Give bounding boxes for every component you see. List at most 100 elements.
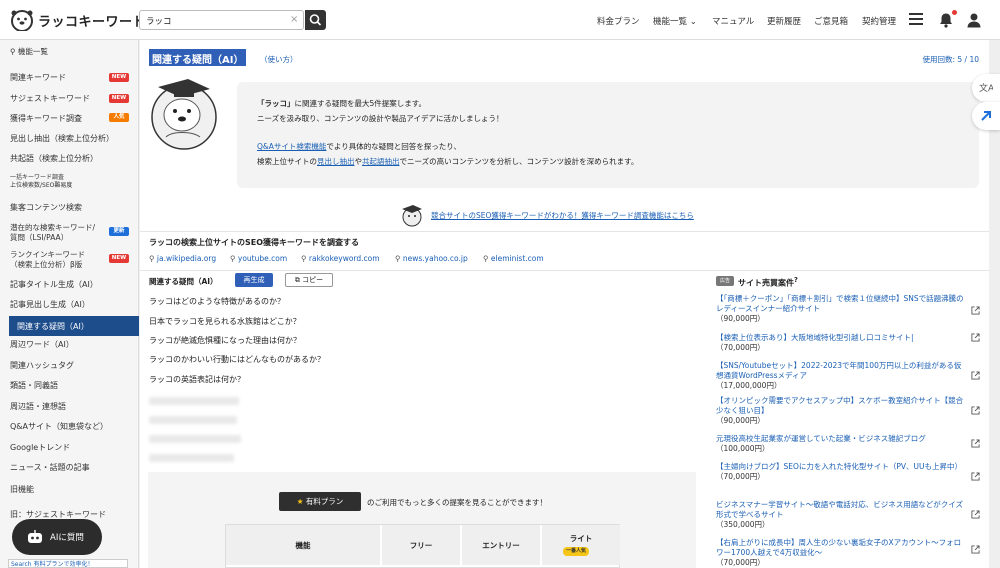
heading-extract-link[interactable]: 見出し抽出: [317, 157, 355, 166]
search-button[interactable]: [305, 10, 326, 30]
sidebar-item-content-search[interactable]: 集客コンテンツ検索: [10, 202, 82, 213]
intro-box: 「ラッコ」に関連する疑問を最大5件提案します。 ニーズを汲み取り、コンテンツの設…: [237, 82, 979, 188]
new-badge: NEW: [109, 94, 129, 103]
nav-features[interactable]: 機能一覧 ⌄: [653, 15, 697, 27]
sidebar-item-title-gen[interactable]: 記事タイトル生成（AI）: [10, 279, 98, 290]
blurred-question: [149, 435, 241, 443]
deal-item[interactable]: 【検索上位表示あり】大阪地域特化型引越し口コミサイト| （70,000円）: [716, 333, 968, 353]
top-bar: ラッコキーワード ラッコ × 料金プラン 機能一覧 ⌄ マニュアル 更新履歴 ご…: [0, 0, 1000, 40]
search-input[interactable]: ラッコ ×: [139, 10, 304, 30]
ad-banner[interactable]: Search 有料プランで効率化！: [8, 559, 128, 568]
plan-table: 機能 フリー エントリー ライト 一番人気: [225, 524, 620, 568]
bell-icon[interactable]: [938, 12, 954, 28]
deals-title: サイト売買案件?: [738, 276, 798, 288]
external-link-icon[interactable]: [971, 333, 980, 342]
external-link-icon[interactable]: [971, 472, 980, 481]
translate-icon: 文A: [979, 82, 993, 94]
sidebar-item-surrounding-words[interactable]: 周辺ワード（AI）: [10, 339, 74, 350]
sidebar-item-suggest[interactable]: サジェストキーワード: [10, 93, 90, 104]
updated-badge: 更新: [109, 227, 129, 236]
sidebar-item-lsi[interactable]: 潜在的な検索キーワード/質問（LSI/PAA）: [10, 223, 95, 243]
plan-table-header: エントリー: [462, 525, 540, 565]
site-link[interactable]: ⚲ eleminist.com: [483, 254, 544, 263]
sidebar-item-news[interactable]: ニュース・話題の記事: [10, 462, 90, 473]
sidebar-item-synonyms[interactable]: 類語・同義語: [10, 380, 58, 391]
sidebar-item-related-questions[interactable]: 関連する疑問（AI）: [9, 316, 139, 336]
howto-link[interactable]: （使い方）: [260, 54, 298, 65]
paywall-box: ★ 有料プラン のご利用でもっと多くの提案を見ることができます！ 機能 フリー …: [148, 472, 696, 568]
otter-mascot-image: [151, 79, 217, 150]
sidebar-item-trends[interactable]: Googleトレンド: [10, 442, 70, 453]
sidebar-item-associations[interactable]: 周辺語・連想語: [10, 401, 66, 412]
search-icon: ⚲: [230, 254, 236, 263]
translate-button[interactable]: 文A: [972, 74, 1000, 102]
ai-chat-button[interactable]: AIに質問: [12, 519, 102, 555]
nav-changelog[interactable]: 更新履歴: [767, 15, 801, 27]
nav-manual[interactable]: マニュアル: [712, 15, 754, 27]
new-badge: NEW: [109, 254, 129, 263]
sidebar-item-qa[interactable]: Q&Aサイト（知恵袋など）: [10, 421, 108, 432]
plan-table-header: 機能: [226, 525, 380, 565]
svg-text:文A: 文A: [979, 82, 993, 94]
sidebar-item-rankin[interactable]: ランクインキーワード （検索上位分析）β版: [10, 250, 85, 270]
nav-pricing[interactable]: 料金プラン: [597, 15, 640, 27]
sidebar: ⚲ 機能一覧 関連キーワード NEW サジェストキーワード NEW 獲得キーワー…: [0, 40, 139, 568]
deal-item[interactable]: 元現役高校生起業家が運営していた起業・ビジネス雑記ブログ （100,000円）: [716, 434, 968, 454]
external-link-icon[interactable]: [971, 371, 980, 380]
deal-item[interactable]: ビジネスマナー学習サイト～敬語や電話対応、ビジネス用語などがクイズ形式で学べるサ…: [716, 500, 968, 530]
qa-search-link[interactable]: Q&Aサイト検索機能: [257, 142, 326, 151]
menu-icon[interactable]: [909, 13, 923, 25]
robot-icon: [28, 530, 42, 543]
intro-line-3: Q&Aサイト検索機能でより具体的な疑問と回答を探ったり、: [257, 142, 461, 151]
sidebar-heading: ⚲ 機能一覧: [10, 47, 48, 56]
site-link[interactable]: ⚲ news.yahoo.co.jp: [395, 254, 468, 263]
external-link-icon[interactable]: [971, 406, 980, 415]
user-icon[interactable]: [966, 12, 982, 28]
sidebar-item-cooccurrence[interactable]: 共起語（検索上位分析）: [10, 153, 98, 164]
deal-item[interactable]: 【「商標＋クーポン」「商標＋割引」で検索１位継続中】SNSで話題沸騰のレディース…: [716, 294, 968, 324]
copy-button[interactable]: ⧉ コピー: [285, 273, 333, 287]
extension-button[interactable]: [972, 102, 1000, 130]
help-icon[interactable]: ?: [794, 276, 798, 284]
sidebar-item-bulk[interactable]: 一括キーワード調査 上位検索数/SEO難易度: [10, 174, 72, 190]
question-item: ラッコはどのような特徴があるのか？: [149, 297, 285, 306]
paywall-text: のご利用でもっと多くの提案を見ることができます！: [367, 498, 547, 507]
plan-table-header: ライト 一番人気: [542, 525, 620, 565]
external-link-icon[interactable]: [971, 306, 980, 315]
sidebar-item-acquired-keywords[interactable]: 獲得キーワード調査: [10, 113, 82, 124]
regenerate-button[interactable]: 再生成: [235, 273, 273, 287]
paid-plan-button[interactable]: ★ 有料プラン: [279, 492, 361, 511]
deal-item[interactable]: 【主婦向けブログ】SEOに力を入れた特化型サイト（PV、UUも上昇中） （70,0…: [716, 462, 968, 482]
sidebar-item-related-keywords[interactable]: 関連キーワード: [10, 72, 66, 83]
nav-contract[interactable]: 契約管理: [862, 15, 896, 27]
question-item: ラッコの英語表記は何か？: [149, 375, 245, 384]
app-name[interactable]: ラッコキーワード: [38, 11, 146, 30]
sidebar-item-hashtags[interactable]: 関連ハッシュタグ: [10, 360, 74, 371]
question-item: ラッコが絶滅危惧種になった理由は何か？: [149, 336, 301, 345]
site-link[interactable]: ⚲ youtube.com: [230, 254, 287, 263]
sidebar-item-headings[interactable]: 見出し抽出（検索上位分析）: [10, 133, 114, 144]
usage-count: 使用回数: 5 / 10: [922, 55, 979, 64]
rakko-logo-icon[interactable]: [10, 9, 34, 31]
clear-icon[interactable]: ×: [290, 14, 298, 25]
blurred-question: [149, 397, 239, 405]
site-link[interactable]: ⚲ ja.wikipedia.org: [149, 254, 216, 263]
search-icon: ⚲: [395, 254, 401, 263]
acquired-keywords-promo-link[interactable]: 競合サイトのSEO獲得キーワードがわかる！獲得キーワード調査機能はこちら: [431, 210, 694, 221]
nav-feedback[interactable]: ご意見箱: [814, 15, 848, 27]
search-value: ラッコ: [146, 17, 172, 27]
page-title: 関連する疑問（AI）: [149, 49, 247, 66]
plan-table-header: フリー: [382, 525, 460, 565]
copy-icon: ⧉: [294, 276, 300, 284]
external-link-icon[interactable]: [971, 545, 980, 554]
deal-item[interactable]: 【SNS/Youtubeセット】2022-2023で年間100万円以上の利益があ…: [716, 361, 968, 391]
otter-small-icon: [402, 205, 422, 227]
external-link-icon[interactable]: [971, 439, 980, 448]
deal-item[interactable]: 【オリンピック需要でアクセスアップ中】スケボー教室紹介サイト【競合少なく狙い目】…: [716, 396, 968, 426]
external-link-icon[interactable]: [971, 510, 980, 519]
site-link[interactable]: ⚲ rakkokeyword.com: [301, 254, 380, 263]
cooccurrence-link[interactable]: 共起語抽出: [362, 157, 400, 166]
search-icon: [309, 14, 322, 26]
sidebar-item-heading-gen[interactable]: 記事見出し生成（AI）: [10, 299, 90, 310]
deal-item[interactable]: 【右肩上がりに成長中】周人生の少ない裏垢女子のXアカウント～フォロワー1700人…: [716, 538, 968, 568]
